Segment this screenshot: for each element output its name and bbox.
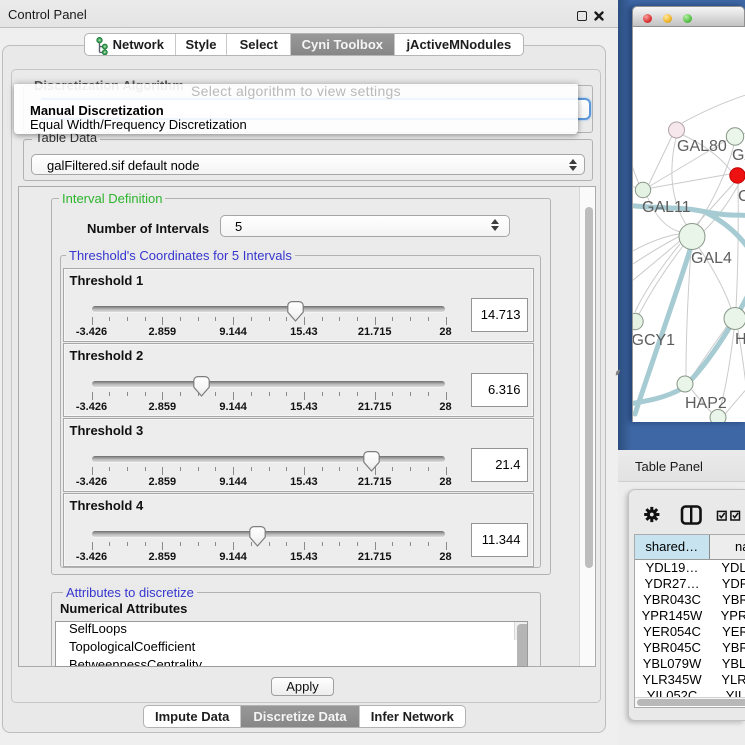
svg-text:GAL2: GAL2 xyxy=(732,147,745,164)
svg-text:HIS4: HIS4 xyxy=(735,331,745,348)
svg-text:GCY1: GCY1 xyxy=(633,332,675,349)
svg-text:CDC1: CDC1 xyxy=(738,188,745,205)
svg-text:HAP2: HAP2 xyxy=(685,395,727,412)
svg-text:GAL4: GAL4 xyxy=(691,250,732,267)
svg-text:GAL11: GAL11 xyxy=(642,199,691,216)
svg-text:GAL80: GAL80 xyxy=(677,138,727,155)
